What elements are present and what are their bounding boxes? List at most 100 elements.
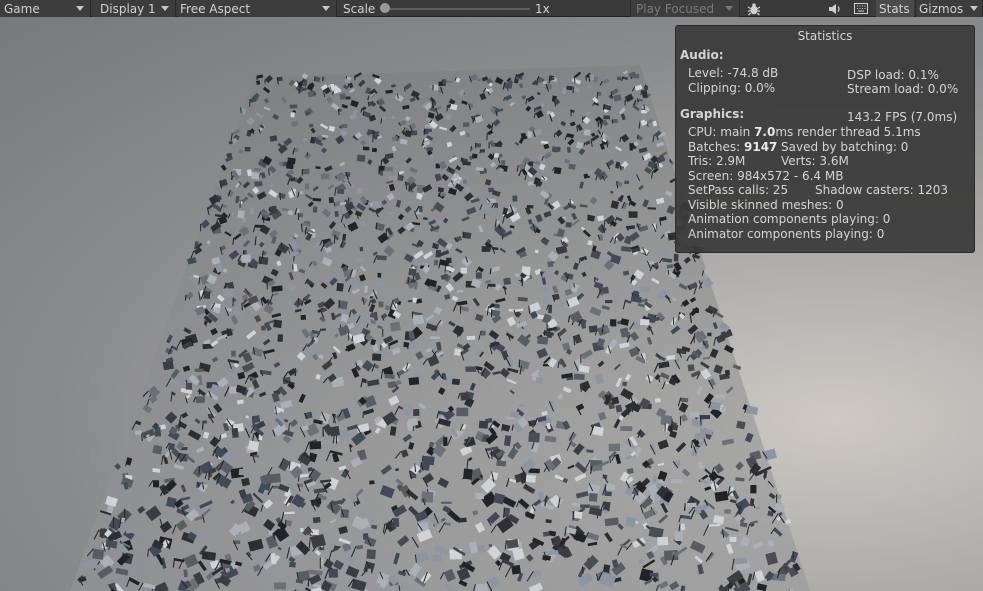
chair-prop — [399, 585, 409, 589]
chair-prop — [397, 174, 404, 182]
display-dropdown[interactable]: Display 1 — [92, 0, 176, 17]
chair-prop — [565, 222, 572, 228]
chevron-down-icon — [161, 6, 169, 11]
chair-prop — [412, 297, 418, 303]
view-mode-dropdown[interactable]: Game — [0, 0, 91, 17]
scale-slider-handle[interactable] — [380, 3, 390, 13]
cpu-prefix: CPU: main — [688, 125, 755, 139]
chair-prop — [504, 82, 513, 89]
chair-prop — [408, 376, 420, 386]
chair-prop — [300, 314, 307, 320]
chair-prop — [465, 366, 477, 372]
stats-title: Statistics — [797, 29, 853, 43]
chair-leg — [572, 86, 575, 94]
chair-leg — [232, 237, 235, 245]
gizmos-label: Gizmos — [919, 1, 964, 16]
chair-prop — [488, 543, 492, 547]
chair-leg — [307, 578, 310, 587]
statistics-panel: Statistics Audio: Level: -74.8 dB DSP lo… — [675, 25, 975, 253]
chair-prop — [302, 168, 310, 175]
dsp-load: DSP load: 0.1% — [847, 68, 939, 82]
game-view-toolbar: Game Display 1 Free Aspect Scale 1x Play… — [0, 0, 983, 17]
chair-prop — [404, 130, 412, 138]
chair-prop — [605, 484, 616, 491]
chair-prop — [369, 296, 374, 299]
chair-prop — [580, 504, 590, 508]
chair-prop — [249, 207, 255, 215]
chair-prop — [714, 490, 729, 502]
scale-slider-track[interactable] — [385, 8, 530, 10]
chair-leg — [284, 519, 287, 527]
verts-count: Verts: 3.6M — [781, 154, 849, 168]
chair-prop — [345, 96, 351, 100]
audio-level: Level: -74.8 dB — [688, 66, 779, 80]
bug-button[interactable] — [742, 0, 766, 17]
chair-prop — [500, 160, 506, 166]
chair-prop — [481, 330, 486, 336]
chair-prop — [231, 350, 236, 357]
chair-prop — [588, 492, 598, 502]
chair-leg — [569, 199, 571, 205]
chair-leg — [596, 92, 599, 99]
chair-prop — [229, 386, 237, 394]
display-label: Display 1 — [100, 1, 156, 16]
chair-prop — [687, 364, 695, 372]
chair-prop — [527, 131, 533, 138]
chair-leg — [322, 76, 324, 82]
aspect-dropdown[interactable]: Free Aspect — [177, 0, 337, 17]
chair-leg — [441, 373, 444, 379]
chair-prop — [304, 183, 310, 190]
chair-prop — [568, 163, 576, 170]
audio-clipping: Clipping: 0.0% — [688, 81, 776, 95]
chair-leg — [453, 125, 455, 130]
chair-prop — [642, 91, 648, 98]
chair-prop — [269, 205, 278, 214]
chair-prop — [602, 564, 611, 573]
chair-prop — [493, 153, 499, 158]
chevron-down-icon — [970, 6, 978, 11]
animator-components: Animator components playing: 0 — [688, 227, 885, 241]
scale-value: 1x — [535, 1, 550, 16]
chair-prop — [442, 79, 447, 85]
chair-prop — [334, 210, 339, 217]
play-mode-dropdown[interactable]: Play Focused — [630, 0, 740, 17]
animation-components: Animation components playing: 0 — [688, 212, 891, 226]
chair-prop — [126, 529, 132, 534]
mute-audio-button[interactable] — [823, 0, 847, 17]
chair-leg — [141, 432, 143, 442]
chair-prop — [342, 233, 347, 241]
chair-prop — [709, 401, 721, 411]
chair-prop — [724, 369, 731, 376]
bug-icon — [747, 2, 761, 15]
chair-prop — [419, 206, 423, 213]
scale-label: Scale — [343, 1, 376, 16]
chair-leg — [298, 88, 300, 94]
chair-prop — [750, 485, 757, 494]
chair-prop — [290, 112, 295, 118]
chair-prop — [620, 426, 633, 432]
chair-prop — [195, 396, 206, 403]
chair-prop — [384, 166, 394, 172]
chair-prop — [480, 149, 486, 153]
chair-prop — [123, 482, 129, 490]
chair-prop — [433, 259, 439, 266]
chevron-down-icon — [725, 6, 733, 11]
chair-prop — [223, 288, 234, 297]
aspect-label: Free Aspect — [180, 1, 251, 16]
chair-prop — [433, 84, 439, 91]
shortcuts-button[interactable] — [849, 0, 873, 17]
chair-prop — [271, 285, 283, 292]
chair-prop — [261, 325, 266, 331]
chair-prop — [734, 557, 748, 565]
chair-leg — [582, 566, 584, 574]
chair-prop — [183, 569, 188, 578]
chair-prop — [366, 549, 376, 560]
chair-prop — [152, 480, 160, 488]
chair-leg — [208, 473, 210, 481]
chair-prop — [543, 81, 547, 85]
stats-toggle[interactable]: Stats — [876, 0, 914, 17]
gizmos-dropdown[interactable]: Gizmos — [915, 0, 983, 17]
chair-prop — [474, 492, 485, 500]
chair-prop — [572, 511, 583, 519]
chair-prop — [413, 408, 420, 416]
